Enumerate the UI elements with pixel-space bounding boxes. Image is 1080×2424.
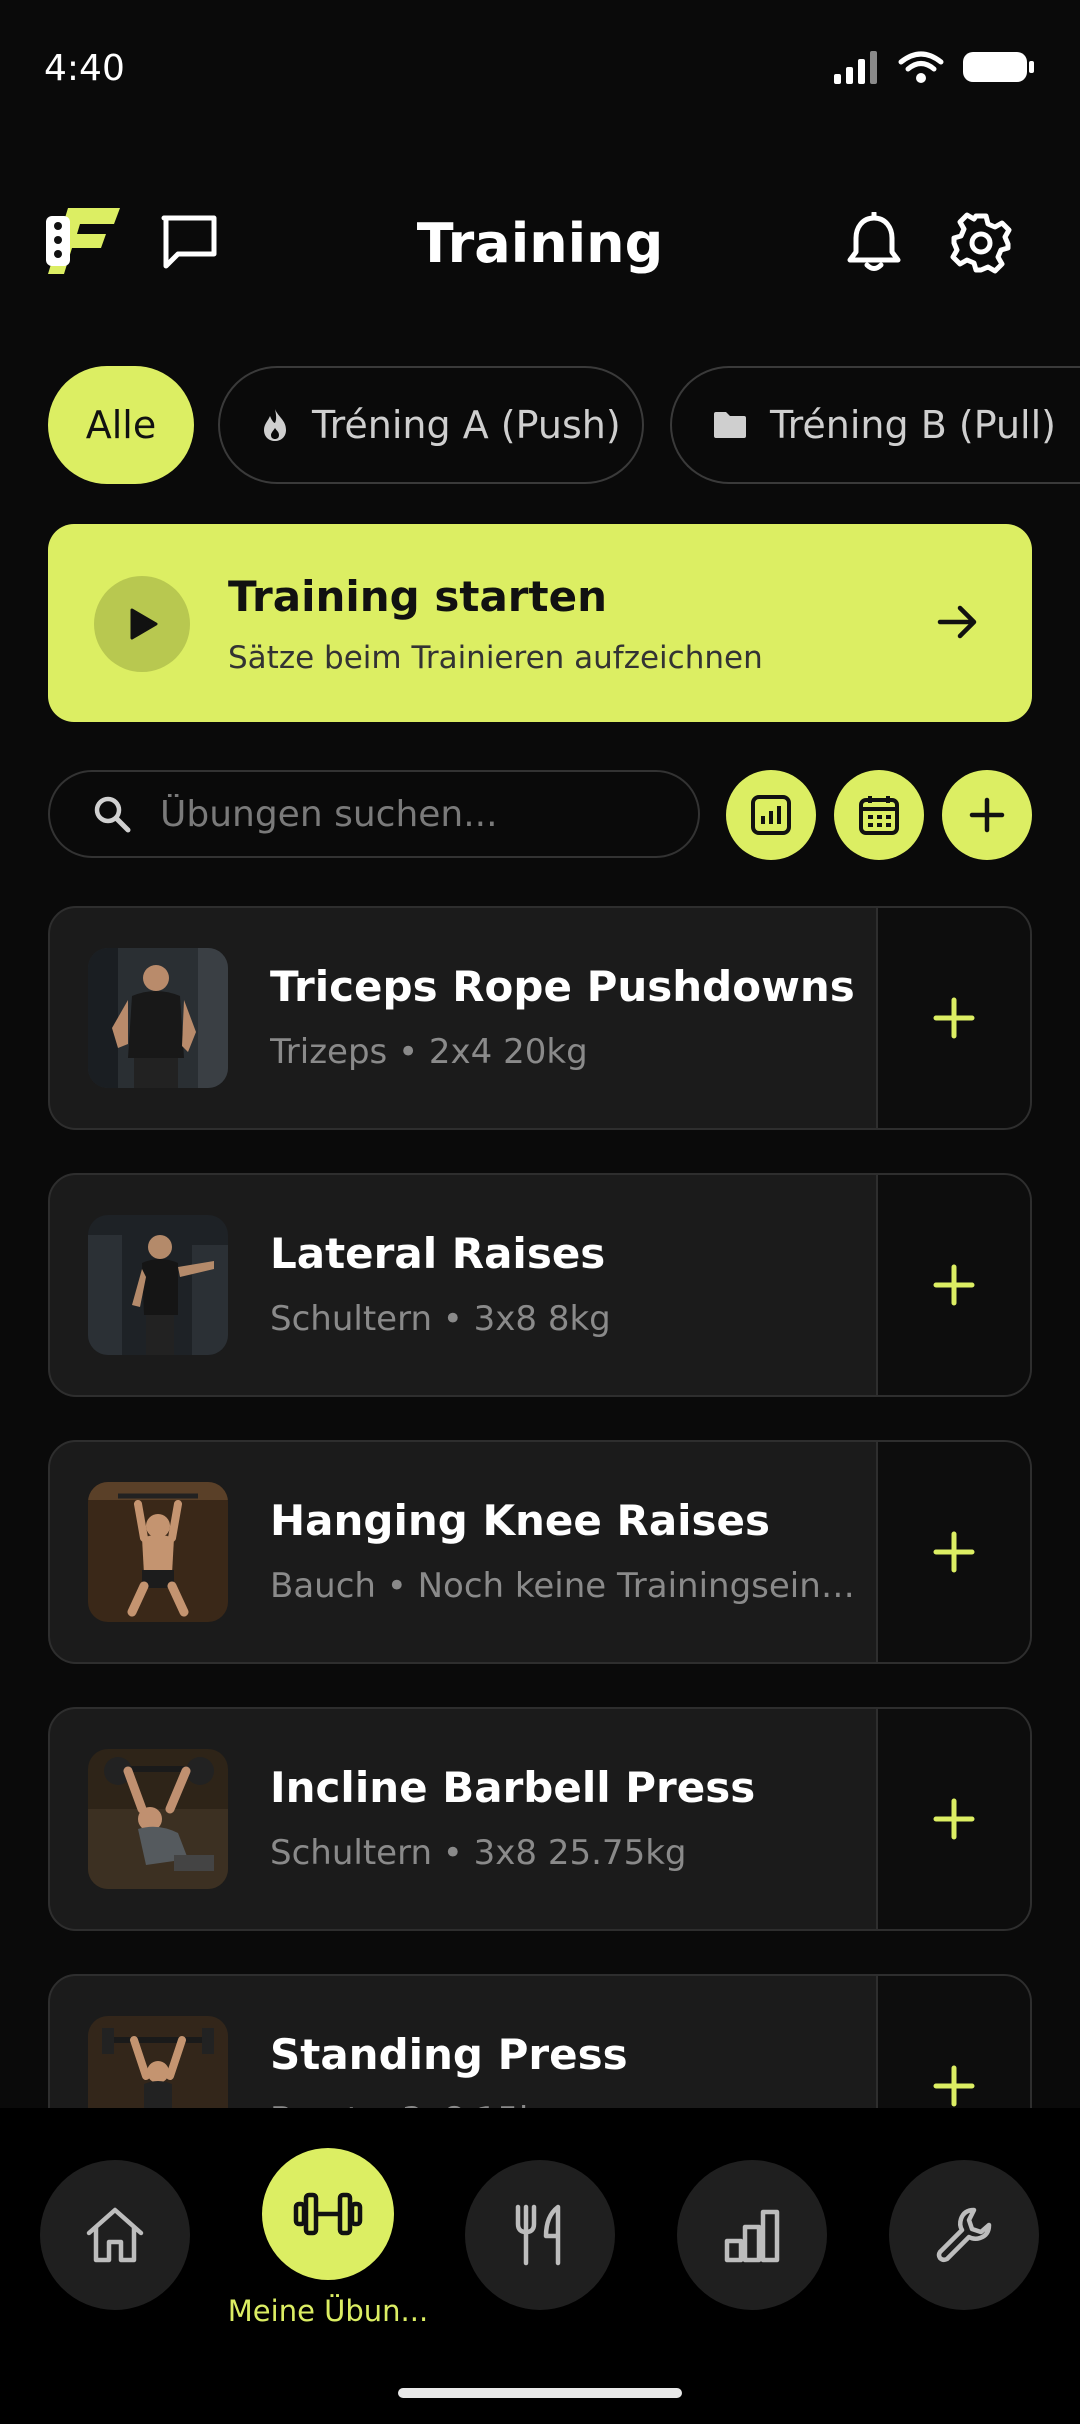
- plus-icon: [933, 1531, 975, 1573]
- exercise-meta: Bauch • Noch keine Trainingseinheiten: [270, 1566, 870, 1606]
- signal-icon: [834, 51, 877, 84]
- add-set-button[interactable]: [876, 908, 1030, 1128]
- exercise-name: Incline Barbell Press: [270, 1763, 756, 1812]
- battery-icon: [963, 52, 1034, 82]
- nav-progress[interactable]: [677, 2160, 827, 2310]
- exercise-thumbnail: [88, 1215, 228, 1355]
- nav-exercises[interactable]: [262, 2148, 394, 2280]
- exercise-card[interactable]: Hanging Knee Raises Bauch • Noch keine T…: [48, 1440, 1032, 1664]
- exercise-card[interactable]: Triceps Rope Pushdowns Trizeps • 2x4 20k…: [48, 906, 1032, 1130]
- exercise-name: Lateral Raises: [270, 1229, 606, 1278]
- play-button[interactable]: [94, 576, 190, 672]
- nav-exercises-label: Meine Übun...: [227, 2294, 429, 2328]
- start-training-title: Training starten: [228, 572, 607, 621]
- folder-icon: [714, 412, 746, 438]
- filter-chip-label: Alle: [85, 403, 157, 447]
- calendar-button[interactable]: [834, 770, 924, 860]
- plus-icon: [969, 797, 1005, 833]
- exercise-thumbnail: [88, 1482, 228, 1622]
- arrow-right-icon: [937, 605, 977, 639]
- status-icons: [834, 50, 1036, 84]
- stats-button[interactable]: [726, 770, 816, 860]
- nav-tools[interactable]: [889, 2160, 1039, 2310]
- start-training-subtitle: Sätze beim Trainieren aufzeichnen: [228, 640, 763, 676]
- add-set-button[interactable]: [876, 1709, 1030, 1929]
- home-indicator: [398, 2388, 682, 2398]
- wifi-icon: [898, 51, 944, 83]
- filter-chip-label: Tréning B (Pull): [770, 403, 1056, 447]
- page-title: Training: [416, 212, 664, 275]
- play-icon: [130, 608, 158, 640]
- bell-icon: [847, 210, 901, 271]
- home-icon: [86, 2207, 144, 2263]
- search-bar[interactable]: [48, 770, 700, 858]
- exercise-card[interactable]: Lateral Raises Schultern • 3x8 8kg: [48, 1173, 1032, 1397]
- exercise-meta: Schultern • 3x8 8kg: [270, 1299, 611, 1339]
- bottom-navigation: Meine Übun...: [0, 2108, 1080, 2424]
- exercise-thumbnail: [88, 948, 228, 1088]
- nav-nutrition[interactable]: [465, 2160, 615, 2310]
- start-training-card[interactable]: Training starten Sätze beim Trainieren a…: [48, 524, 1032, 722]
- fire-icon: [264, 409, 286, 441]
- filter-chip-training-b[interactable]: Tréning B (Pull): [670, 366, 1080, 484]
- exercise-name: Hanging Knee Raises: [270, 1496, 771, 1545]
- filter-chip-label: Tréning A (Push): [312, 403, 621, 447]
- status-time: 4:40: [44, 48, 125, 89]
- search-input[interactable]: [160, 793, 660, 835]
- add-set-button[interactable]: [876, 1175, 1030, 1395]
- search-icon: [94, 796, 131, 833]
- exercise-meta: Schultern • 3x8 25.75kg: [270, 1833, 687, 1873]
- filter-chip-training-a[interactable]: Tréning A (Push): [218, 366, 644, 484]
- plus-icon: [933, 1798, 975, 1840]
- gear-icon: [950, 212, 1012, 274]
- add-exercise-button[interactable]: [942, 770, 1032, 860]
- fork-knife-icon: [515, 2204, 561, 2266]
- plus-icon: [933, 997, 975, 1039]
- settings-button[interactable]: [950, 212, 1012, 274]
- exercise-name: Triceps Rope Pushdowns: [270, 962, 855, 1011]
- nav-home[interactable]: [40, 2160, 190, 2310]
- plus-icon: [933, 1264, 975, 1306]
- chart-icon: [751, 795, 791, 835]
- wrench-icon: [936, 2207, 992, 2263]
- calendar-icon: [859, 796, 899, 835]
- dumbbell-icon: [293, 2192, 363, 2236]
- add-set-button[interactable]: [876, 1442, 1030, 1662]
- notifications-button[interactable]: [844, 210, 904, 274]
- exercise-card[interactable]: Incline Barbell Press Schultern • 3x8 25…: [48, 1707, 1032, 1931]
- plus-icon: [933, 2065, 975, 2107]
- exercise-name: Standing Press: [270, 2030, 628, 2079]
- exercise-meta: Trizeps • 2x4 20kg: [270, 1032, 588, 1072]
- filter-chip-all[interactable]: Alle: [48, 366, 194, 484]
- bar-chart-icon: [724, 2209, 780, 2263]
- exercise-thumbnail: [88, 1749, 228, 1889]
